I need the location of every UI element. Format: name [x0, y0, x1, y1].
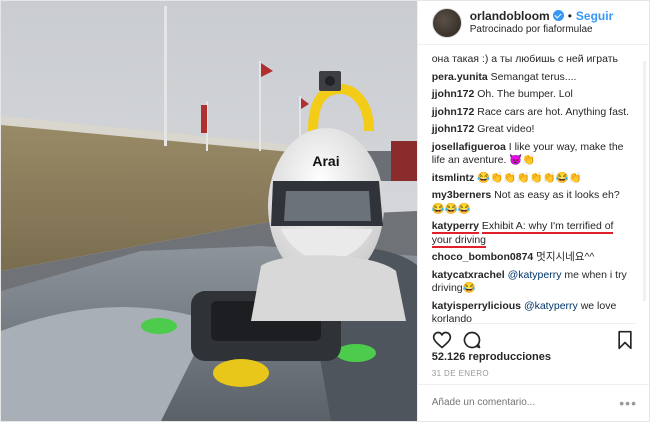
comment-text: 😂👏👏👏👏👏😂👏	[477, 171, 582, 184]
comment-item: она такая :) а ты любишь с ней играть	[432, 53, 635, 67]
comment-username[interactable]: jjohn172	[432, 88, 475, 100]
comment-username[interactable]: pera.yunita	[432, 71, 488, 83]
comment-item-highlighted: katyperry Exhibit A: why I'm terrified o…	[431, 220, 635, 248]
comment-item: my3berners Not as easy as it looks eh? 😂…	[432, 189, 635, 216]
helmet-logo: Arai	[312, 153, 339, 169]
action-bar	[431, 323, 635, 350]
comment-list: она такая :) а ты любишь с ней играть pe…	[431, 53, 635, 325]
comment-mention[interactable]: @katyperry	[524, 300, 578, 312]
post-header: orlandobloom • Seguir Patrocinado por fi…	[417, 1, 649, 45]
comment-text: Race cars are hot. Anything fast.	[477, 105, 629, 118]
sponsored-label: Patrocinado por fiaformulae	[469, 23, 593, 35]
comment-username[interactable]: katycatxrachel	[432, 269, 505, 281]
username-link[interactable]: orlandobloom	[470, 9, 550, 23]
separator-dot: •	[567, 8, 572, 23]
follow-button[interactable]: Seguir	[576, 9, 613, 23]
comment-username[interactable]: katyisperrylicious	[432, 300, 521, 312]
comment-text: Oh. The bumper. Lol	[477, 88, 573, 100]
post-date: 31 DE ENERO	[431, 369, 490, 378]
comment-item: pera.yunita Semangat terus....	[432, 71, 635, 85]
comment-username[interactable]: katyperry	[431, 220, 479, 234]
bookmark-icon[interactable]	[615, 330, 635, 350]
comment-username[interactable]: my3berners	[432, 189, 492, 201]
comment-text: Great video!	[477, 123, 535, 135]
add-comment-bar: •••	[417, 384, 649, 420]
comment-item: itsmlintz 😂👏👏👏👏👏😂👏	[432, 172, 635, 186]
view-count[interactable]: 52.126 reproducciones	[432, 351, 551, 363]
post-window: Arai orlandobloom • Seguir Patrocinado p…	[0, 0, 650, 422]
comments-scrollbar[interactable]	[643, 61, 646, 301]
comment-username[interactable]: itsmlintz	[432, 172, 475, 184]
more-options-icon[interactable]: •••	[619, 395, 637, 411]
comment-item: choco_bombon0874 멋지시네요^^	[432, 251, 635, 265]
avatar[interactable]	[431, 7, 462, 38]
video-frame: Arai	[1, 1, 417, 421]
comment-item: jjohn172 Race cars are hot. Anything fas…	[432, 106, 635, 120]
comment-icon[interactable]	[462, 330, 482, 350]
comment-item: katycatxrachel @katyperry me when i try …	[432, 269, 635, 296]
comment-item: josellafigueroa I like your way, make th…	[432, 141, 635, 168]
comment-mention[interactable]: @katyperry	[508, 269, 562, 281]
comment-username[interactable]: choco_bombon0874	[432, 251, 534, 263]
comment-item: jjohn172 Great video!	[432, 123, 635, 137]
heart-icon[interactable]	[432, 330, 452, 350]
comment-username[interactable]: jjohn172	[432, 106, 475, 118]
comment-username[interactable]: jjohn172	[432, 123, 475, 135]
comment-text: Semangat terus....	[490, 70, 577, 83]
comment-input[interactable]	[431, 397, 620, 408]
comment-text: она такая :) а ты любишь с ней играть	[431, 53, 618, 65]
verified-badge-icon	[552, 10, 564, 21]
video-player[interactable]: Arai	[1, 1, 417, 421]
comment-username[interactable]: josellafigueroa	[432, 141, 506, 153]
post-sidebar: orlandobloom • Seguir Patrocinado por fi…	[416, 1, 649, 421]
comment-text: 멋지시네요^^	[536, 251, 595, 263]
comment-item: jjohn172 Oh. The bumper. Lol	[432, 88, 635, 102]
